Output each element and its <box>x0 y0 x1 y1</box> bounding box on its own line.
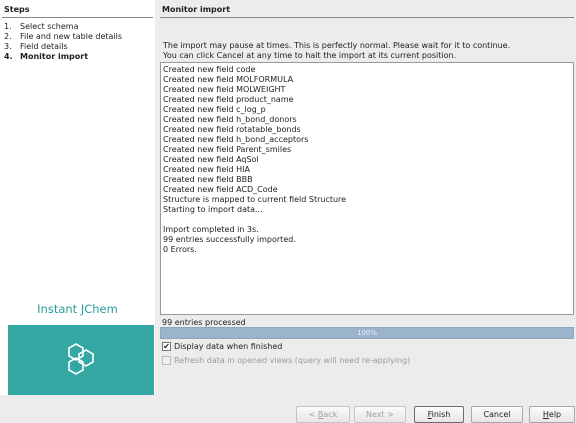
import-log-textarea[interactable]: Created new field code Created new field … <box>160 62 574 315</box>
page-title: Monitor import <box>162 5 231 14</box>
help-button[interactable]: Help <box>529 406 575 423</box>
progress-label: 99 entries processed <box>162 318 246 327</box>
log-line: 0 Errors. <box>163 245 197 254</box>
log-line: Starting to import data... <box>163 205 263 214</box>
steps-divider <box>2 17 153 18</box>
title-divider <box>160 17 574 18</box>
finish-button[interactable]: Finish <box>414 406 464 423</box>
checkbox-box[interactable]: ✔ <box>162 342 171 351</box>
log-line: Created new field HIA <box>163 165 250 174</box>
log-line: Created new field BBB <box>163 175 253 184</box>
log-line: Created new field product_name <box>163 95 294 104</box>
hexagon-molecule-icon <box>68 343 94 375</box>
brand-panel <box>8 325 154 395</box>
step-item-monitor-import: 4. Monitor import <box>4 52 89 61</box>
step-item-select-schema: 1. Select schema <box>4 22 79 31</box>
back-button[interactable]: < Back <box>296 406 350 423</box>
refresh-data-checkbox[interactable]: Refresh data in opened views (query will… <box>162 356 410 365</box>
progress-bar: 100% <box>160 327 574 339</box>
log-line: Created new field ACD_Code <box>163 185 278 194</box>
progress-fill: 100% <box>161 328 573 338</box>
log-line: Created new field code <box>163 65 256 74</box>
step-item-file-details: 2. File and new table details <box>4 32 123 41</box>
log-line: 99 entries successfully imported. <box>163 235 296 244</box>
checkbox-box[interactable] <box>162 356 171 365</box>
log-line: Created new field MOLFORMULA <box>163 75 294 84</box>
info-text: The import may pause at times. This is p… <box>163 41 511 60</box>
steps-title: Steps <box>4 5 30 14</box>
display-data-checkbox[interactable]: ✔ Display data when finished <box>162 342 282 351</box>
display-data-label: Display data when finished <box>174 342 283 351</box>
log-line: Created new field c_log_p <box>163 105 266 114</box>
log-line: Created new field h_bond_donors <box>163 115 297 124</box>
monitor-import-panel: Monitor import The import may pause at t… <box>159 0 576 395</box>
log-line: Created new field Parent_smiles <box>163 145 292 154</box>
steps-list: 1. Select schema 2. File and new table det… <box>4 22 122 62</box>
log-line: Structure is mapped to current field Str… <box>163 195 347 204</box>
log-line: Created new field rotatable_bonds <box>163 125 301 134</box>
step-item-field-details: 3. Field details <box>4 42 68 51</box>
next-button[interactable]: Next > <box>354 406 406 423</box>
log-line: Created new field MOLWEIGHT <box>163 85 286 94</box>
log-line: Import completed in 3s. <box>163 225 259 234</box>
refresh-data-label: Refresh data in opened views (query will… <box>174 356 411 365</box>
cancel-button[interactable]: Cancel <box>471 406 523 423</box>
brand-name: Instant JChem <box>37 302 118 316</box>
log-line: Created new field h_bond_acceptors <box>163 135 309 144</box>
log-line: Created new field AqSol <box>163 155 259 164</box>
